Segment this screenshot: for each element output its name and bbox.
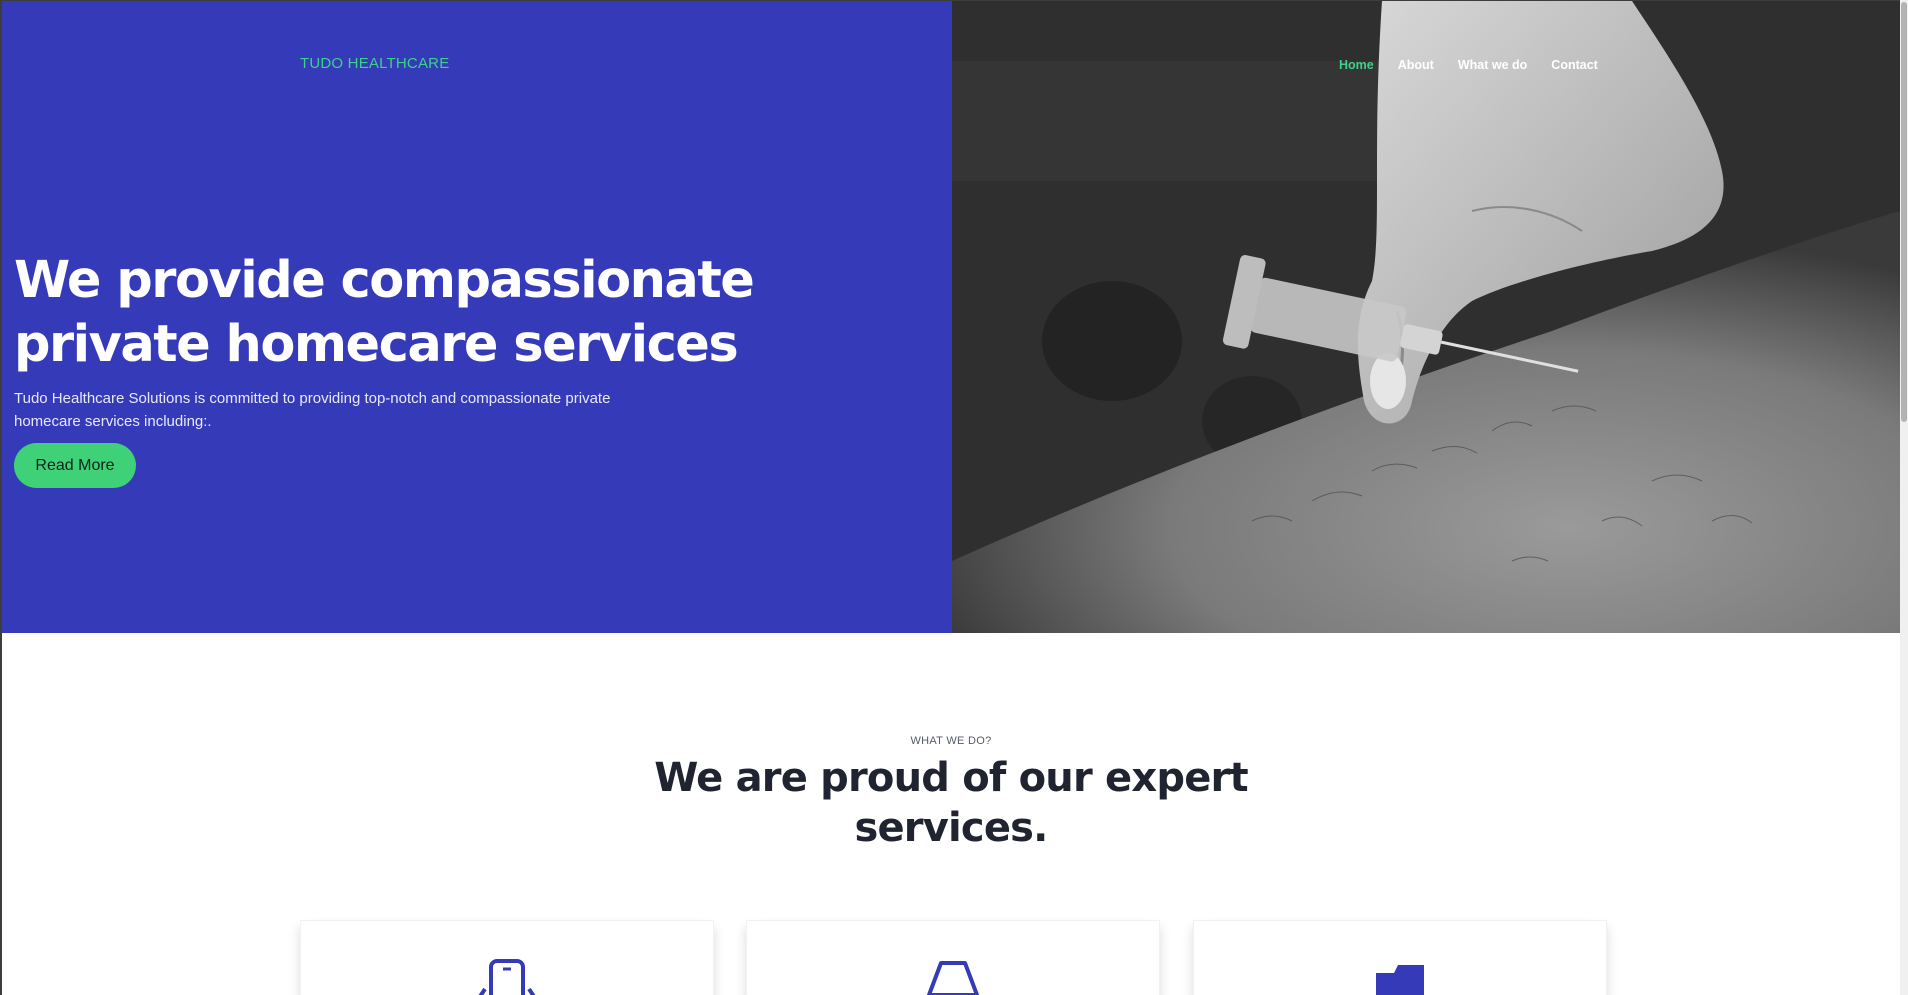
nav-home[interactable]: Home [1339,58,1374,72]
section-title-line-2: services. [854,805,1048,851]
nav-contact[interactable]: Contact [1551,58,1598,72]
section-title-line-1: We are proud of our expert [654,755,1248,801]
hero-title: We provide compassionate private homecar… [14,249,914,377]
hero-photo: Home About What we do Contact [952,1,1900,633]
folder-icon [1376,965,1424,995]
nav-about[interactable]: About [1398,58,1434,72]
read-more-button[interactable]: Read More [14,443,136,488]
scrollbar-thumb[interactable] [1901,2,1907,422]
hero-title-line-1: We provide compassionate [14,251,755,310]
service-card[interactable] [1194,921,1606,995]
hero-description: Tudo Healthcare Solutions is committed t… [14,387,654,433]
page-viewport: TUDO HEALTHCARE We provide compassionate… [2,1,1900,995]
main-nav: Home About What we do Contact [1339,58,1598,72]
section-title: We are proud of our expert services. [2,753,1900,853]
hero-panel: TUDO HEALTHCARE We provide compassionate… [2,1,952,633]
scrollbar[interactable] [1900,0,1908,995]
hero-description-line-1: Tudo Healthcare Solutions is committed t… [14,390,611,407]
service-card[interactable] [747,921,1159,995]
lamp-icon [927,961,979,995]
hero-title-line-2: private homecare services [14,315,739,374]
mobile-phone-icon [478,959,536,995]
nav-what-we-do[interactable]: What we do [1458,58,1527,72]
service-card[interactable] [301,921,713,995]
brand-logo[interactable]: TUDO HEALTHCARE [300,55,449,72]
hero-description-line-2: homecare services including:. [14,413,212,430]
section-eyebrow: WHAT WE DO? [910,735,992,747]
syringe-injection-photo [952,1,1900,633]
